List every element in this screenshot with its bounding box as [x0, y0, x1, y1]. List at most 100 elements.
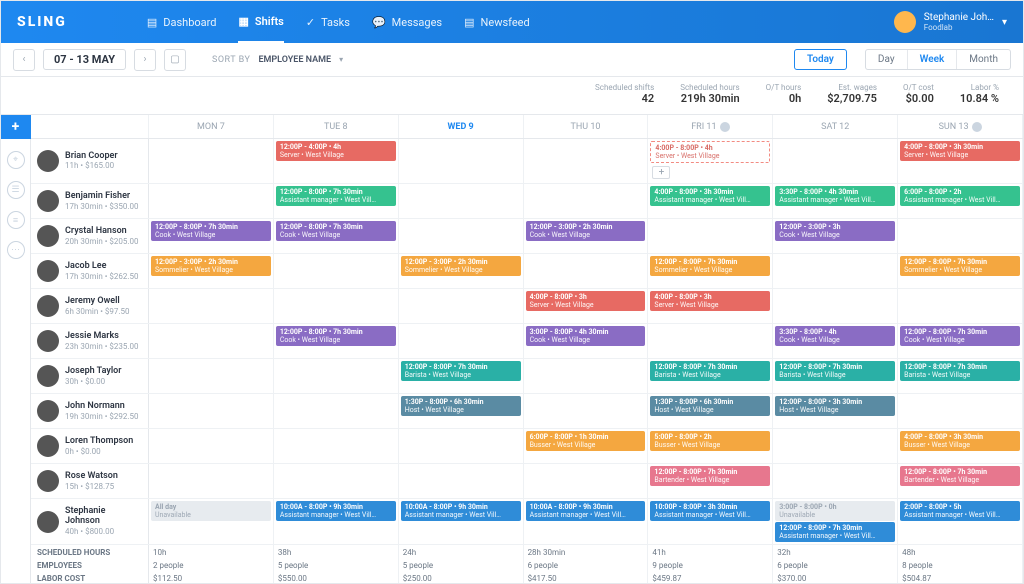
shift-block[interactable]: 12:00P - 8:00P • 7h 30minAssistant manag…: [775, 522, 895, 542]
shift-block[interactable]: 3:30P - 8:00P • 4hCook • West Village: [775, 326, 895, 346]
day-cell[interactable]: [524, 139, 649, 183]
day-cell[interactable]: 12:00P - 8:00P • 7h 30minCook • West Vil…: [274, 324, 399, 358]
day-cell[interactable]: [898, 289, 1023, 323]
day-header[interactable]: MON 7: [149, 115, 274, 138]
day-cell[interactable]: 12:00P - 8:00P • 3h 30minHost • West Vil…: [773, 394, 898, 428]
day-cell[interactable]: [149, 359, 274, 393]
day-cell[interactable]: [149, 139, 274, 183]
day-cell[interactable]: 10:00A - 8:00P • 9h 30minAssistant manag…: [524, 499, 649, 544]
shift-block[interactable]: 12:00P - 8:00P • 7h 30minBartender • Wes…: [900, 466, 1020, 486]
shift-block[interactable]: 5:00P - 8:00P • 2hBusser • West Village: [650, 431, 770, 451]
shift-block[interactable]: 4:00P - 8:00P • 3h 30minAssistant manage…: [650, 186, 770, 206]
shift-block[interactable]: 10:00A - 8:00P • 9h 30minAssistant manag…: [276, 501, 396, 521]
day-cell[interactable]: 1:30P - 8:00P • 6h 30minHost • West Vill…: [648, 394, 773, 428]
day-header[interactable]: WED 9: [399, 115, 524, 138]
day-cell[interactable]: 12:00P - 8:00P • 7h 30minBarista • West …: [773, 359, 898, 393]
date-range[interactable]: 07 - 13 MAY: [43, 49, 126, 70]
shift-block[interactable]: 12:00P - 8:00P • 7h 30minBarista • West …: [775, 361, 895, 381]
shift-block[interactable]: All dayUnavailable: [151, 501, 271, 521]
employee-cell[interactable]: Loren Thompson0h • $0.00: [31, 429, 149, 463]
day-cell[interactable]: 12:00P - 8:00P • 7h 30minSommelier • Wes…: [898, 254, 1023, 288]
day-cell[interactable]: [648, 324, 773, 358]
shift-block[interactable]: 12:00P - 8:00P • 7h 30minSommelier • Wes…: [900, 256, 1020, 276]
shift-block[interactable]: 6:00P - 8:00P • 2hAssistant manager • We…: [900, 186, 1020, 206]
shift-block[interactable]: 12:00P - 8:00P • 7h 30minCook • West Vil…: [151, 221, 271, 241]
shift-block[interactable]: 12:00P - 8:00P • 7h 30minBartender • Wes…: [650, 466, 770, 486]
day-header[interactable]: FRI 11: [648, 115, 773, 138]
employee-cell[interactable]: Crystal Hanson20h 30min • $205.00: [31, 219, 149, 253]
shift-block[interactable]: 4:00P - 8:00P • 3h 30minServer • West Vi…: [900, 141, 1020, 161]
day-cell[interactable]: [149, 184, 274, 218]
shift-block[interactable]: 12:00P - 8:00P • 7h 30minCook • West Vil…: [276, 326, 396, 346]
day-cell[interactable]: 12:00P - 8:00P • 7h 30minCook • West Vil…: [149, 219, 274, 253]
view-day[interactable]: Day: [866, 50, 908, 69]
nav-newsfeed[interactable]: ▤Newsfeed: [464, 1, 530, 43]
shift-block[interactable]: 3:00P - 8:00P • 0hUnavailable: [775, 501, 895, 521]
shift-block[interactable]: 10:00A - 8:00P • 9h 30minAssistant manag…: [401, 501, 521, 521]
day-cell[interactable]: 10:00P - 8:00P • 3h 30minAssistant manag…: [648, 499, 773, 544]
day-cell[interactable]: 4:00P - 8:00P • 3h 30minBusser • West Vi…: [898, 429, 1023, 463]
employee-cell[interactable]: John Normann19h 30min • $292.50: [31, 394, 149, 428]
shift-block[interactable]: 1:30P - 8:00P • 6h 30minHost • West Vill…: [650, 396, 770, 416]
nav-tasks[interactable]: ✓Tasks: [306, 1, 350, 43]
day-header[interactable]: THU 10: [524, 115, 649, 138]
day-cell[interactable]: 3:30P - 8:00P • 4h 30minAssistant manage…: [773, 184, 898, 218]
shift-block[interactable]: 10:00P - 8:00P • 3h 30minAssistant manag…: [650, 501, 770, 521]
day-cell[interactable]: [399, 219, 524, 253]
employee-cell[interactable]: Rose Watson15h • $128.75: [31, 464, 149, 498]
day-cell[interactable]: [773, 464, 898, 498]
sort-value[interactable]: EMPLOYEE NAME: [258, 55, 331, 65]
day-cell[interactable]: [149, 394, 274, 428]
day-cell[interactable]: [149, 289, 274, 323]
day-cell[interactable]: [274, 464, 399, 498]
day-cell[interactable]: 6:00P - 8:00P • 1h 30minBusser • West Vi…: [524, 429, 649, 463]
day-cell[interactable]: [399, 464, 524, 498]
day-cell[interactable]: [524, 359, 649, 393]
filter-icon[interactable]: ≡: [7, 211, 25, 229]
day-cell[interactable]: 6:00P - 8:00P • 2hAssistant manager • We…: [898, 184, 1023, 218]
shift-block[interactable]: 12:00P - 3:00P • 2h 30minSommelier • Wes…: [401, 256, 521, 276]
location-icon[interactable]: ⌖: [7, 151, 25, 169]
shift-block[interactable]: 3:30P - 8:00P • 4h 30minAssistant manage…: [775, 186, 895, 206]
shift-block[interactable]: 4:00P - 8:00P • 3h 30minBusser • West Vi…: [900, 431, 1020, 451]
day-cell[interactable]: 12:00P - 4:00P • 4hServer • West Village: [274, 139, 399, 183]
shift-block[interactable]: 4:00P - 8:00P • 3hServer • West Village: [650, 291, 770, 311]
day-cell[interactable]: 5:00P - 8:00P • 2hBusser • West Village: [648, 429, 773, 463]
day-cell[interactable]: [898, 394, 1023, 428]
day-cell[interactable]: [274, 429, 399, 463]
day-cell[interactable]: 12:00P - 8:00P • 7h 30minCook • West Vil…: [898, 324, 1023, 358]
today-button[interactable]: Today: [794, 49, 847, 70]
employee-cell[interactable]: Benjamin Fisher17h 30min • $350.00: [31, 184, 149, 218]
day-cell[interactable]: 12:00P - 8:00P • 7h 30minBartender • Wes…: [898, 464, 1023, 498]
day-cell[interactable]: 4:00P - 8:00P • 3h 30minServer • West Vi…: [898, 139, 1023, 183]
shift-block[interactable]: 12:00P - 3:00P • 3hCook • West Village: [775, 221, 895, 241]
group-icon[interactable]: ☰: [7, 181, 25, 199]
day-cell[interactable]: [524, 464, 649, 498]
day-cell[interactable]: 3:00P - 8:00P • 0hUnavailable12:00P - 8:…: [773, 499, 898, 544]
day-cell[interactable]: [773, 429, 898, 463]
day-cell[interactable]: 12:00P - 3:00P • 2h 30minSommelier • Wes…: [399, 254, 524, 288]
day-cell[interactable]: 3:30P - 8:00P • 4hCook • West Village: [773, 324, 898, 358]
day-cell[interactable]: [149, 464, 274, 498]
day-cell[interactable]: [274, 359, 399, 393]
day-cell[interactable]: 12:00P - 8:00P • 7h 30minBarista • West …: [399, 359, 524, 393]
day-cell[interactable]: [524, 184, 649, 218]
day-cell[interactable]: [399, 184, 524, 218]
day-cell[interactable]: [399, 139, 524, 183]
employee-cell[interactable]: Joseph Taylor30h • $0.00: [31, 359, 149, 393]
day-cell[interactable]: 4:00P - 8:00P • 3h 30minAssistant manage…: [648, 184, 773, 218]
shift-block[interactable]: 1:30P - 8:00P • 6h 30minHost • West Vill…: [401, 396, 521, 416]
shift-block[interactable]: 12:00P - 8:00P • 7h 30minAssistant manag…: [276, 186, 396, 206]
add-shift-button[interactable]: +: [1, 115, 31, 139]
add-shift-inline[interactable]: +: [652, 166, 670, 179]
day-cell[interactable]: 12:00P - 3:00P • 3hCook • West Village: [773, 219, 898, 253]
day-cell[interactable]: [149, 429, 274, 463]
view-month[interactable]: Month: [957, 50, 1010, 69]
day-cell[interactable]: [773, 254, 898, 288]
prev-week-button[interactable]: ‹: [13, 49, 35, 71]
nav-shifts[interactable]: ▦Shifts: [238, 1, 283, 43]
shift-block[interactable]: 2:00P - 8:00P • 5hAssistant manager • We…: [900, 501, 1020, 521]
day-cell[interactable]: [149, 324, 274, 358]
day-cell[interactable]: 12:00P - 8:00P • 7h 30minBarista • West …: [648, 359, 773, 393]
settings-icon[interactable]: ⋯: [7, 241, 25, 259]
